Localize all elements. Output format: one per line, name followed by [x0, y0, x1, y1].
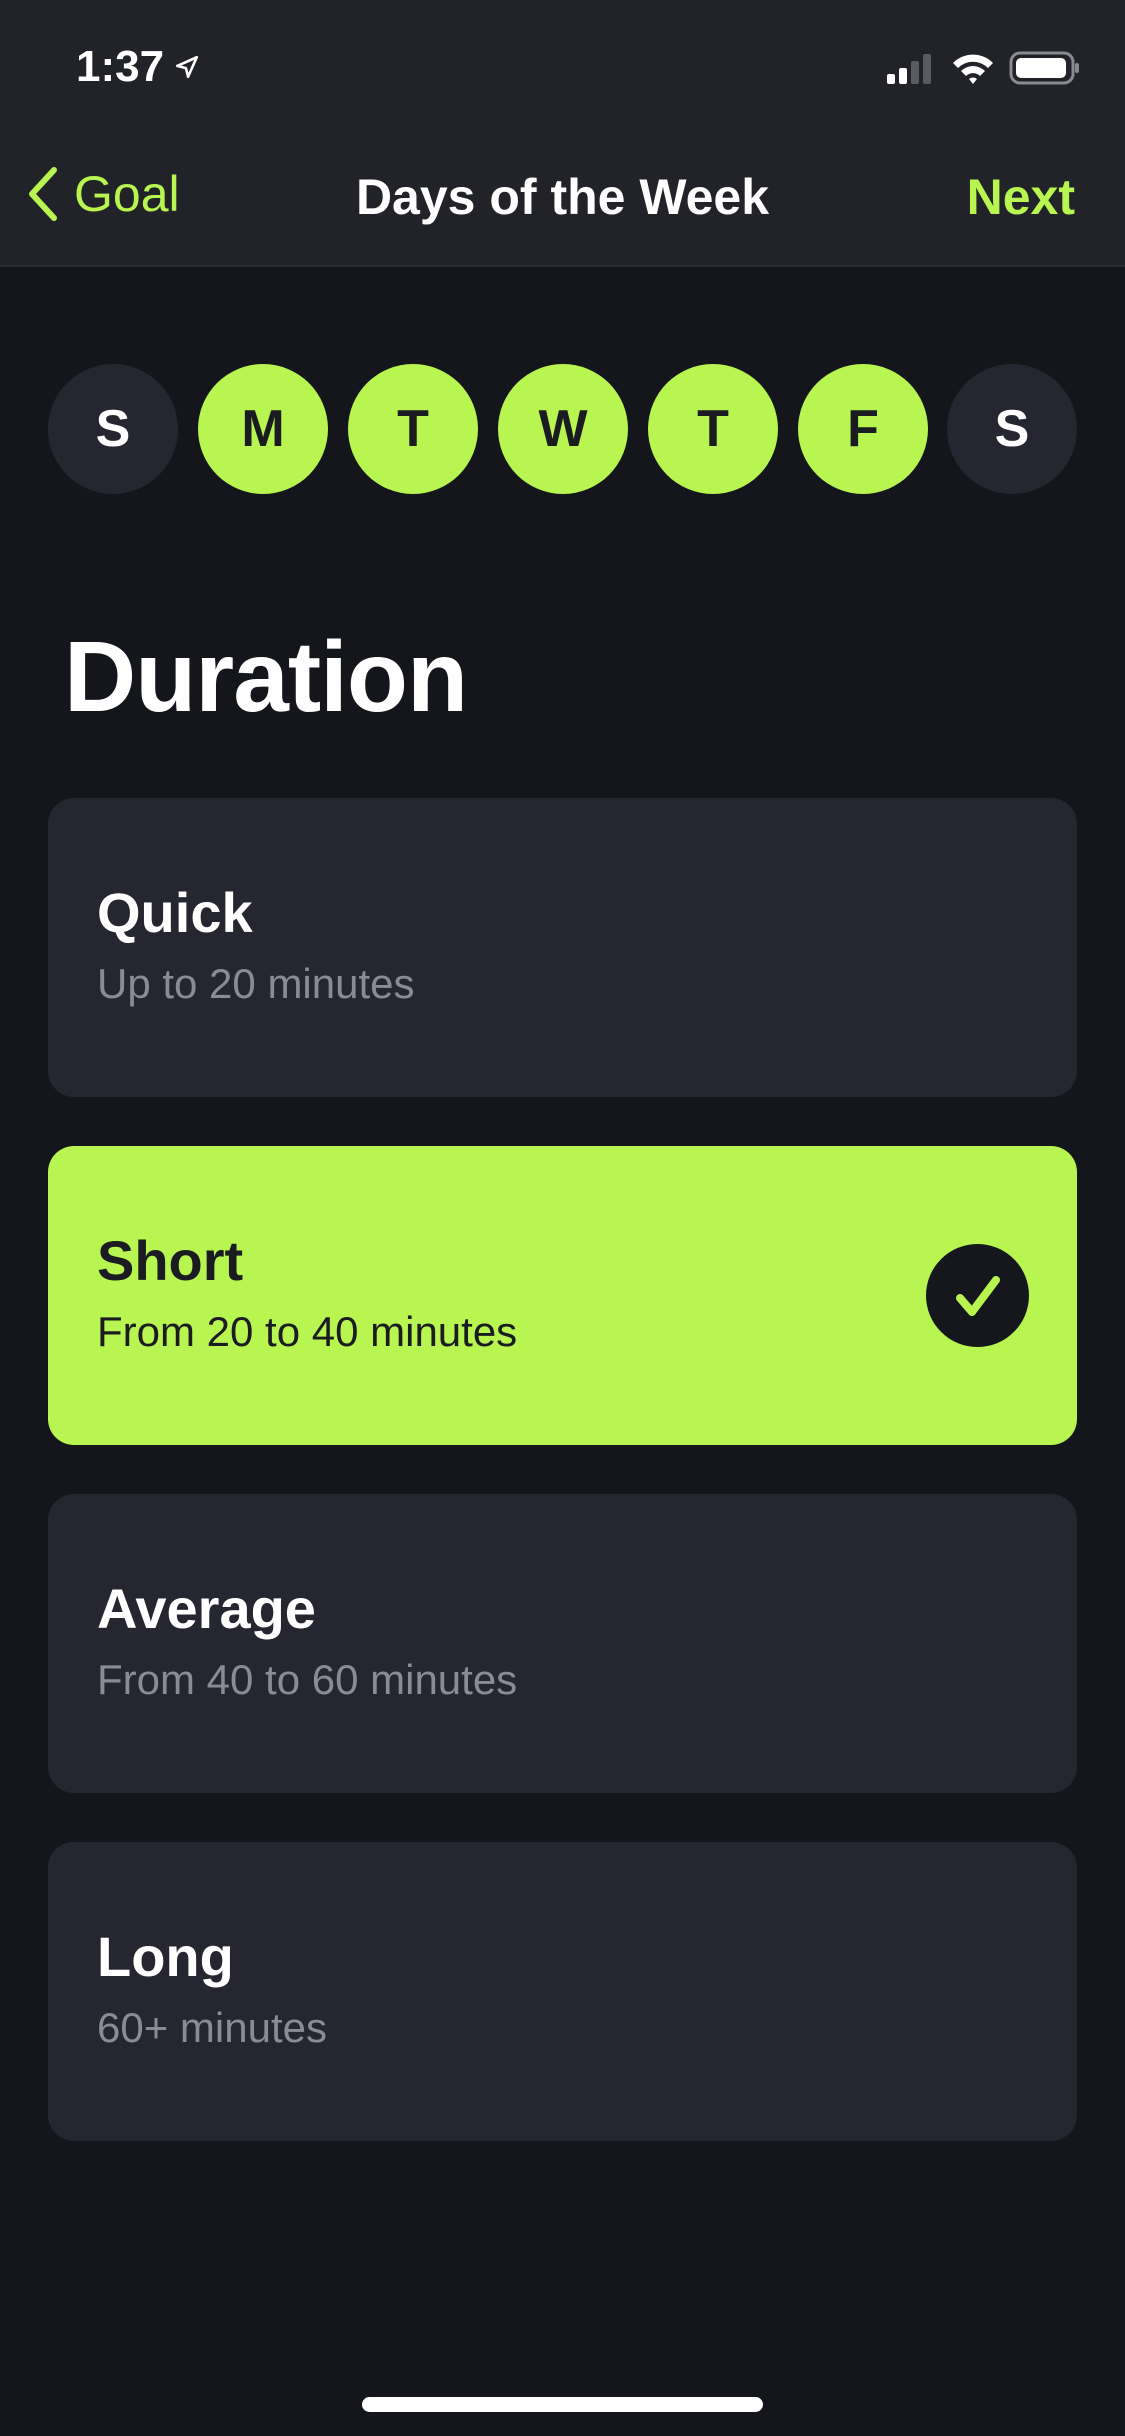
- day-toggle-monday[interactable]: M: [198, 364, 328, 494]
- option-title: Long: [97, 1925, 234, 1988]
- day-selector: S M T W T F S: [48, 364, 1078, 494]
- cellular-signal-icon: [887, 54, 931, 84]
- option-title: Quick: [97, 881, 253, 944]
- top-bar: 1:37 Goal Days of the Week Next: [0, 0, 1125, 267]
- option-title: Short: [97, 1229, 244, 1292]
- battery-icon: [1009, 51, 1079, 85]
- option-subtitle: From 20 to 40 minutes: [97, 1308, 518, 1355]
- day-toggle-wednesday[interactable]: W: [498, 364, 628, 494]
- duration-option-short[interactable]: Short From 20 to 40 minutes: [48, 1146, 1077, 1445]
- duration-option-average[interactable]: Average From 40 to 60 minutes: [48, 1494, 1077, 1793]
- location-arrow-icon: [176, 55, 199, 79]
- day-toggle-thursday[interactable]: T: [648, 364, 778, 494]
- time-text: 1:37: [76, 42, 165, 91]
- system-icons: [885, 50, 1081, 86]
- day-toggle-saturday[interactable]: S: [947, 364, 1077, 494]
- checkmark-badge: [926, 1244, 1029, 1347]
- option-subtitle: Up to 20 minutes: [97, 960, 415, 1007]
- next-button[interactable]: Next: [967, 168, 1075, 226]
- wifi-icon: [953, 54, 993, 84]
- status-time: 1:37: [76, 42, 200, 92]
- page-title: Days of the Week: [355, 169, 770, 225]
- checkmark-icon: [955, 1275, 1000, 1316]
- day-toggle-sunday[interactable]: S: [48, 364, 178, 494]
- option-title: Average: [97, 1577, 316, 1640]
- option-subtitle: From 40 to 60 minutes: [97, 1656, 518, 1703]
- option-subtitle: 60+ minutes: [97, 2004, 327, 2051]
- duration-option-quick[interactable]: Quick Up to 20 minutes: [48, 798, 1077, 1097]
- day-toggle-friday[interactable]: F: [798, 364, 928, 494]
- duration-option-long[interactable]: Long 60+ minutes: [48, 1842, 1077, 2141]
- section-title: Duration: [64, 621, 468, 733]
- day-toggle-tuesday[interactable]: T: [348, 364, 478, 494]
- home-indicator[interactable]: [362, 2397, 763, 2412]
